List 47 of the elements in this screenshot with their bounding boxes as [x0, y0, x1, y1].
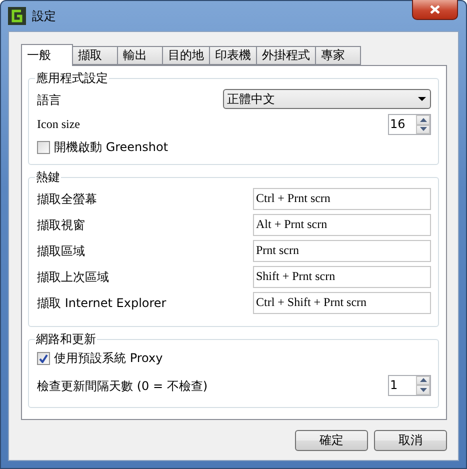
close-button[interactable] — [412, 0, 458, 20]
spinner-value: 16 — [389, 116, 406, 133]
hotkey-label: 擷取上次區域 — [37, 269, 109, 286]
hotkey-label: 擷取區域 — [37, 243, 85, 260]
language-dropdown[interactable]: 正體中文 — [223, 89, 431, 109]
checkbox[interactable] — [37, 352, 50, 365]
down-arrow-icon — [420, 127, 426, 132]
spin-up-button[interactable] — [416, 115, 430, 124]
hotkey-field[interactable]: Alt + Prnt scrn — [253, 214, 431, 236]
tab[interactable]: 專家 — [315, 46, 361, 65]
up-arrow-icon — [420, 378, 426, 382]
dialog-button[interactable]: 確定 — [295, 430, 368, 451]
checkbox[interactable] — [37, 141, 50, 154]
number-spinner[interactable]: 16 — [388, 114, 431, 135]
group-title: 網路和更新 — [35, 331, 97, 348]
hotkey-field[interactable]: Shift + Prnt scrn — [253, 266, 431, 288]
field-label: 語言 — [37, 92, 61, 109]
down-arrow-icon — [420, 388, 426, 392]
tab[interactable]: 輸出 — [117, 46, 163, 65]
hotkey-label: 擷取視窗 — [37, 217, 85, 234]
close-icon — [430, 5, 440, 14]
checkbox-label: 開機啟動 Greenshot — [54, 139, 168, 156]
hotkey-field[interactable]: Prnt scrn — [253, 240, 431, 262]
dialog-button[interactable]: 取消 — [374, 430, 447, 451]
field-label: Icon size — [37, 116, 80, 132]
tab[interactable]: 目的地 — [162, 46, 210, 65]
hotkey-field[interactable]: Ctrl + Prnt scrn — [253, 188, 431, 210]
dropdown-value: 正體中文 — [227, 90, 275, 108]
tab[interactable]: 一般 — [21, 44, 73, 66]
tab[interactable]: 擷取 — [72, 46, 118, 65]
app-icon — [8, 7, 26, 25]
number-spinner[interactable]: 1 — [388, 374, 431, 396]
spinner-value: 1 — [389, 376, 398, 394]
spin-down-button[interactable] — [416, 385, 430, 394]
hotkey-label: 擷取全螢幕 — [37, 191, 97, 208]
tab[interactable]: 印表機 — [209, 46, 257, 65]
group-title: 應用程式設定 — [35, 70, 109, 87]
window-title: 設定 — [32, 8, 56, 24]
hotkey-field[interactable]: Ctrl + Shift + Prnt scrn — [253, 292, 431, 314]
caret-icon — [418, 97, 426, 101]
up-arrow-icon — [420, 118, 426, 122]
hotkey-label: 擷取 Internet Explorer — [37, 295, 166, 312]
group-title: 熱鍵 — [35, 169, 61, 186]
checkbox-label: 使用預設系統 Proxy — [54, 350, 163, 367]
tab[interactable]: 外掛程式 — [256, 46, 316, 65]
spin-up-button[interactable] — [416, 376, 430, 385]
field-label: 檢查更新間隔天數 (0 = 不檢查) — [37, 378, 208, 395]
